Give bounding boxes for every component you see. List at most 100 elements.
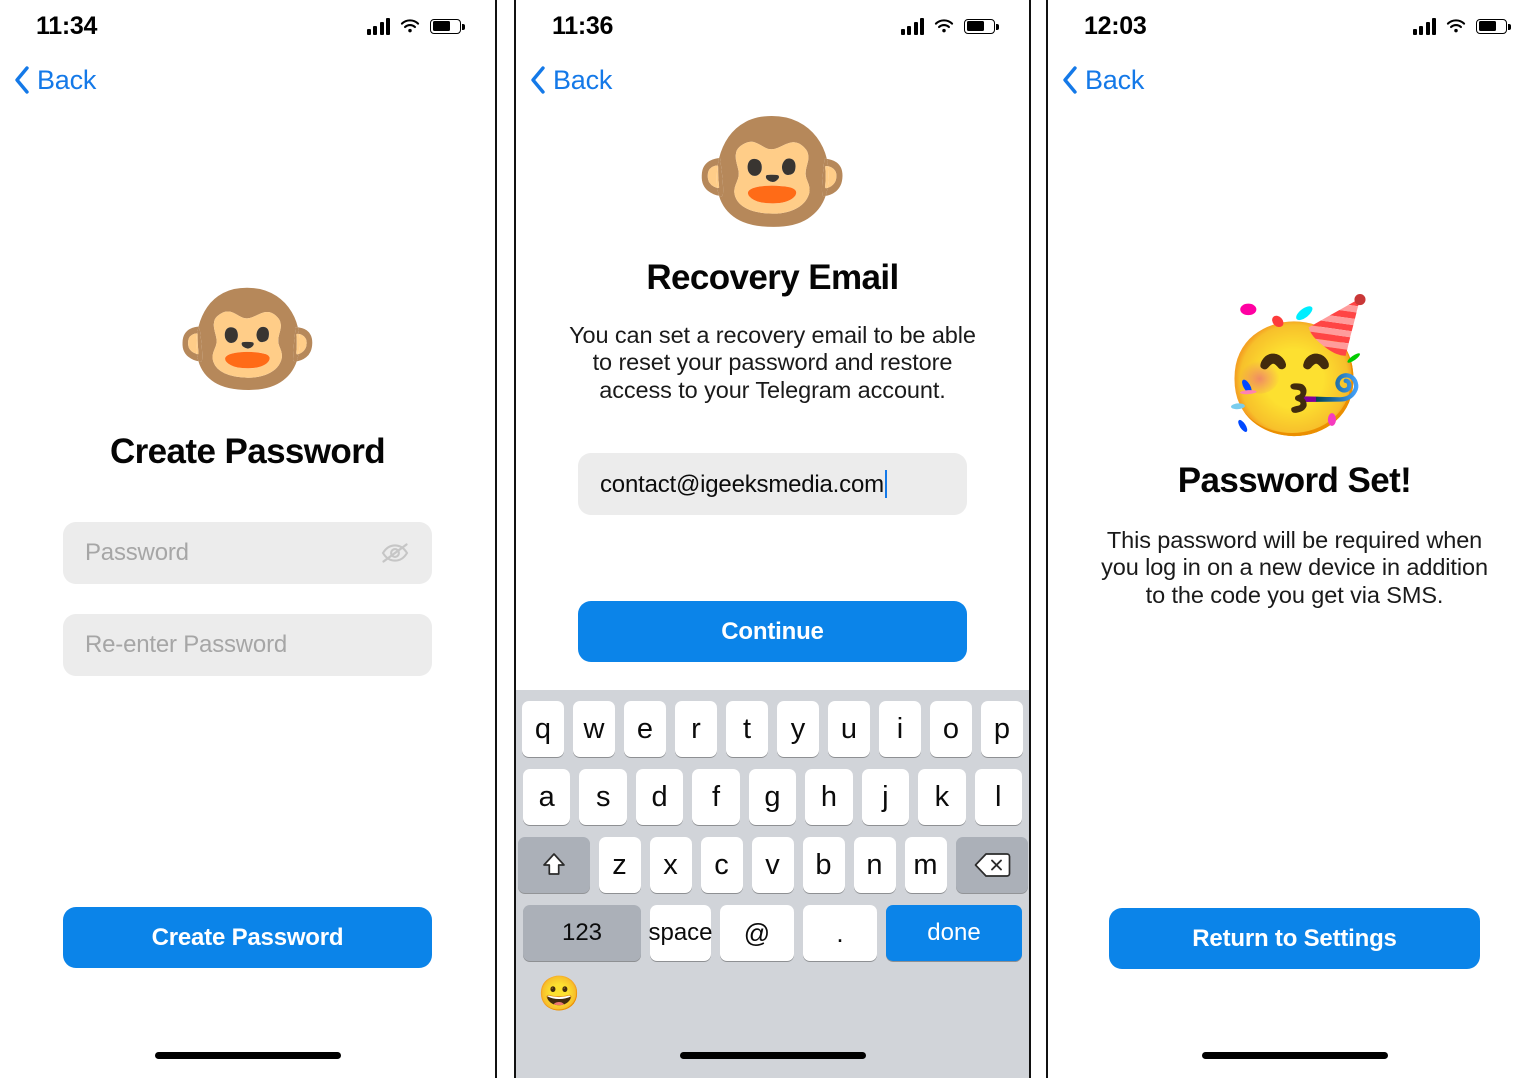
backspace-delete-icon [974, 853, 1010, 877]
home-indicator [679, 1052, 866, 1059]
eye-slash-icon[interactable] [380, 540, 410, 566]
cellular-bars-icon [900, 17, 924, 35]
emoji-smiley-icon[interactable]: 😀 [538, 977, 580, 1011]
back-label: Back [1085, 64, 1145, 95]
key-q[interactable]: q [522, 701, 564, 757]
keyboard-row-4: 123 space @ . done [516, 905, 1029, 961]
email-form: contact@igeeksmedia.com [578, 453, 967, 515]
key-s[interactable]: s [579, 769, 627, 825]
key-o[interactable]: o [930, 701, 972, 757]
status-bar: 11:36 [516, 0, 1029, 52]
home-indicator [154, 1052, 341, 1059]
screen-content: 🐵 Create Password Password Re-enter Pass… [0, 108, 495, 1078]
back-button[interactable]: Back [1062, 65, 1144, 96]
key-d[interactable]: d [635, 769, 684, 825]
key-r[interactable]: r [675, 701, 717, 757]
page-subtitle: This password will be required when you … [1101, 527, 1488, 608]
status-icons [366, 17, 465, 35]
password-form: Password Re-enter Password [63, 522, 432, 676]
hero-block: 🥳 Password Set! This password will be re… [1048, 303, 1524, 609]
at-sign-key[interactable]: @ [720, 905, 794, 961]
key-u[interactable]: u [828, 701, 870, 757]
status-bar: 11:34 [0, 0, 495, 52]
key-t[interactable]: t [726, 701, 768, 757]
wifi-icon [400, 18, 420, 32]
keyboard-row-1: q w e r t y u i o p [516, 701, 1029, 757]
key-i[interactable]: i [879, 701, 921, 757]
password-input[interactable]: Password [63, 522, 432, 584]
back-button[interactable]: Back [530, 65, 612, 96]
wifi-icon [1446, 18, 1466, 32]
battery-icon [964, 18, 999, 34]
key-e[interactable]: e [624, 701, 666, 757]
primary-action-wrap: Return to Settings [1109, 908, 1480, 969]
monkey-face-emoji: 🐵 [174, 273, 321, 405]
confirm-password-input[interactable]: Re-enter Password [63, 614, 432, 676]
on-screen-keyboard: q w e r t y u i o p a s d f g h j k l z … [516, 690, 1029, 1078]
battery-icon [1476, 18, 1511, 34]
status-icons [1412, 17, 1511, 35]
create-password-button[interactable]: Create Password [63, 907, 432, 968]
recovery-email-input[interactable]: contact@igeeksmedia.com [578, 453, 967, 515]
shift-arrow-icon [542, 853, 565, 875]
chevron-left-icon [15, 66, 29, 94]
key-x[interactable]: x [649, 837, 692, 893]
back-label: Back [37, 64, 97, 95]
screenshot-triptych: 11:34 Back 🐵 Create Password Password Re… [0, 0, 1524, 1078]
key-b[interactable]: b [802, 837, 845, 893]
back-button[interactable]: Back [14, 65, 96, 96]
backspace-key[interactable] [955, 837, 1028, 893]
battery-icon [430, 18, 465, 34]
key-f[interactable]: f [692, 769, 740, 825]
keyboard-row-2: a s d f g h j k l [516, 769, 1029, 825]
key-v[interactable]: v [751, 837, 794, 893]
home-indicator [1201, 1052, 1388, 1059]
key-w[interactable]: w [573, 701, 615, 757]
page-title: Recovery Email [646, 258, 899, 297]
chevron-left-icon [531, 66, 545, 94]
nav-bar: Back [0, 52, 495, 108]
primary-action-wrap: Create Password [63, 907, 432, 968]
chevron-left-icon [1063, 66, 1077, 94]
recovery-email-value: contact@igeeksmedia.com [600, 469, 945, 499]
confirm-password-placeholder: Re-enter Password [85, 631, 288, 658]
phone-screen-password-set: 12:03 Back 🥳 Password Set! This password… [1046, 0, 1524, 1078]
done-key[interactable]: done [886, 905, 1022, 961]
shift-key[interactable] [517, 837, 590, 893]
status-time: 12:03 [1084, 11, 1147, 40]
page-title: Create Password [109, 432, 386, 471]
phone-screen-recovery-email: 11:36 Back 🐵 Recovery Email You can set … [514, 0, 1031, 1078]
key-p[interactable]: p [981, 701, 1023, 757]
keyboard-bottom-bar: 😀 [516, 961, 1029, 1011]
space-key[interactable]: space [648, 905, 713, 961]
key-m[interactable]: m [904, 837, 947, 893]
key-y[interactable]: y [777, 701, 819, 757]
phone-screen-create-password: 11:34 Back 🐵 Create Password Password Re… [0, 0, 497, 1078]
key-a[interactable]: a [523, 769, 571, 825]
hero-block: 🐵 Recovery Email You can set a recovery … [516, 108, 1029, 404]
wifi-icon [934, 18, 954, 32]
nav-bar: Back [1048, 52, 1524, 108]
key-j[interactable]: j [861, 769, 910, 825]
cellular-bars-icon [1412, 17, 1436, 35]
status-time: 11:36 [552, 11, 614, 40]
key-n[interactable]: n [853, 837, 896, 893]
key-z[interactable]: z [598, 837, 641, 893]
key-l[interactable]: l [974, 769, 1022, 825]
key-k[interactable]: k [918, 769, 966, 825]
numeric-mode-key[interactable]: 123 [523, 905, 641, 961]
password-placeholder: Password [85, 539, 189, 566]
key-g[interactable]: g [748, 769, 797, 825]
key-h[interactable]: h [805, 769, 853, 825]
continue-button[interactable]: Continue [578, 601, 967, 662]
screen-content: 🐵 Recovery Email You can set a recovery … [516, 108, 1029, 1078]
status-bar: 12:03 [1048, 0, 1524, 52]
hero-block: 🐵 Create Password [0, 280, 495, 472]
status-time: 11:34 [36, 11, 98, 40]
partying-face-emoji: 🥳 [1216, 295, 1373, 436]
monkey-face-emoji: 🐵 [692, 100, 853, 243]
period-key[interactable]: . [803, 905, 877, 961]
key-c[interactable]: c [700, 837, 743, 893]
primary-action-wrap: Continue [578, 601, 967, 662]
return-to-settings-button[interactable]: Return to Settings [1109, 908, 1480, 969]
